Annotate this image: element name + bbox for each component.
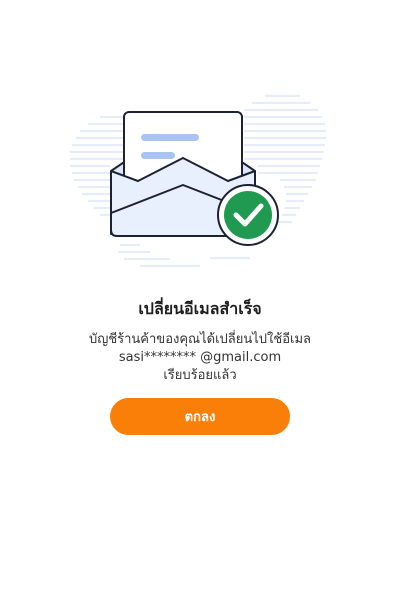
email-success-illustration — [70, 94, 326, 268]
success-title: เปลี่ยนอีเมลสำเร็จ — [138, 299, 262, 318]
message-email: sasi******** @gmail.com — [118, 350, 282, 365]
success-message: บัญชีร้านค้าของคุณได้เปลี่ยนไปใช้อีเมล s… — [0, 331, 400, 385]
message-line: บัญชีร้านค้าของคุณได้เปลี่ยนไปใช้อีเมล — [88, 332, 311, 347]
checkmark-icon — [217, 184, 279, 246]
email-changed-screen: เปลี่ยนอีเมลสำเร็จ บัญชีร้านค้าของคุณได้… — [0, 0, 400, 600]
ok-button[interactable]: ตกลง — [110, 398, 290, 435]
message-line: เรียบร้อยแล้ว — [163, 368, 237, 383]
